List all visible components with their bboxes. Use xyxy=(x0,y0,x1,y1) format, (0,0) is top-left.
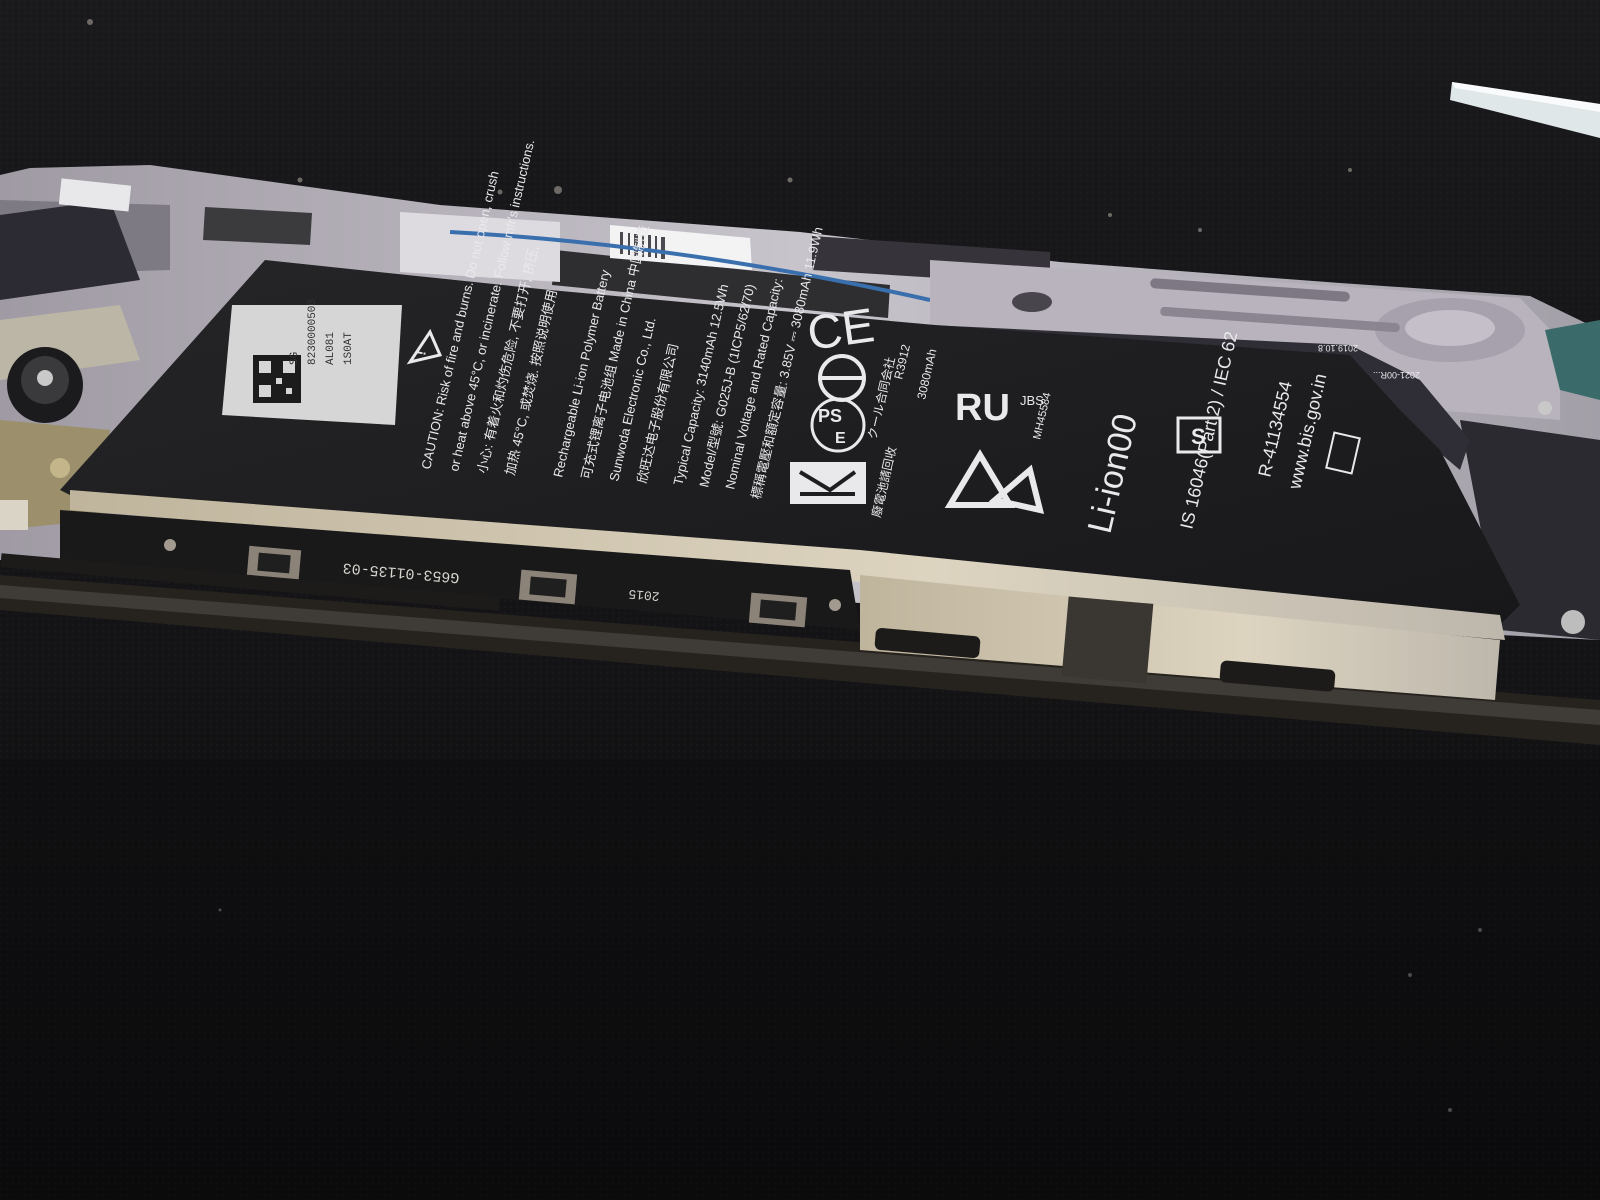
pse-top: PS xyxy=(818,406,842,426)
pcb-date-code: 2015 xyxy=(628,586,660,604)
flex-text-2: 2021-00R... xyxy=(1373,370,1420,380)
ul-mark: RU xyxy=(955,387,1010,429)
sticker-code-3: AL081 xyxy=(325,332,337,365)
phone-teardown-photo: SG 8230000500 AL081 1S0AT ! CAUTION: Ris… xyxy=(0,0,1600,1200)
flex-text-1: 2019.10.8 xyxy=(1318,343,1358,353)
recycle-box-icon xyxy=(790,462,866,504)
foam-pad-left xyxy=(203,207,312,245)
pse-bottom: E xyxy=(835,430,846,447)
ce-mark: CE xyxy=(804,299,877,361)
photo-canvas: SG 8230000500 AL081 1S0AT ! CAUTION: Ris… xyxy=(0,0,1600,1200)
sticker-code-4: 1S0AT xyxy=(343,332,355,365)
svg-text:S: S xyxy=(1191,424,1206,449)
ce-mark-icon: CE xyxy=(804,299,877,361)
foreground-shadow xyxy=(0,760,1600,1200)
sticker-code-2: 8230000500 xyxy=(307,299,319,365)
sticker-code-1: SG xyxy=(289,352,301,365)
